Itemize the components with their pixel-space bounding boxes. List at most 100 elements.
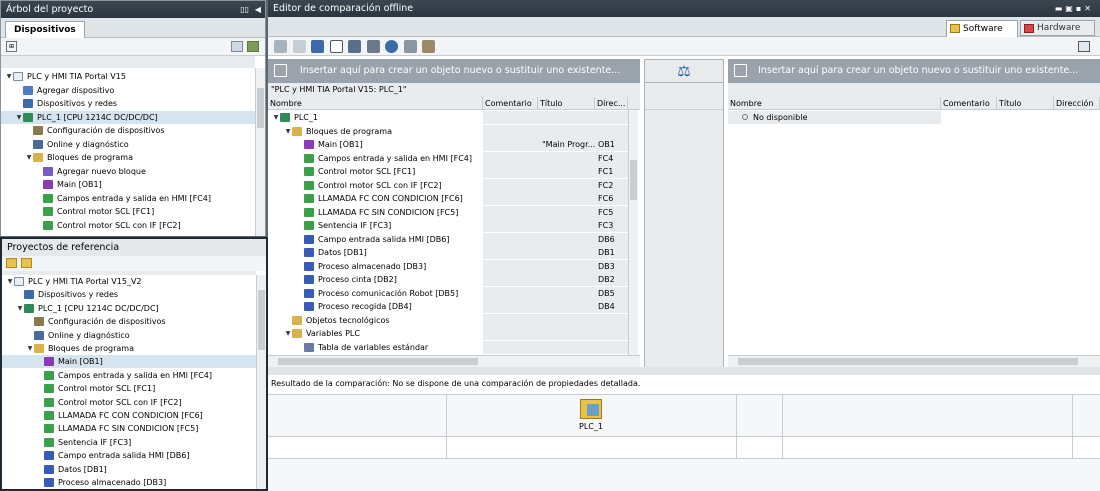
col-comment[interactable]: Comentario — [483, 97, 538, 110]
expand-toggle-icon[interactable]: ▼ — [284, 327, 292, 340]
tree-item[interactable]: Campo entrada salida HMI [DB6] — [2, 449, 256, 462]
sync-icon[interactable] — [274, 40, 287, 53]
compare-scale-band[interactable]: ⚖ — [644, 59, 724, 83]
tree-item[interactable]: ▼ PLC y HMI TIA Portal V15 — [1, 70, 255, 83]
tree-item[interactable]: Control motor SCL [FC1] — [2, 382, 256, 395]
insert-band-right[interactable]: Insertar aquí para crear un objeto nuevo… — [728, 59, 1100, 83]
tree-item[interactable]: Configuración de dispositivos — [2, 315, 256, 328]
tree-item[interactable]: Dispositivos y redes — [1, 97, 255, 110]
table-row[interactable]: LLAMADA FC CON CONDICION [FC6] FC6 — [268, 192, 628, 205]
table-row[interactable]: ▼ PLC_1 — [268, 111, 628, 124]
filter-icon[interactable] — [311, 40, 325, 53]
left-table-hscroll[interactable] — [268, 355, 640, 367]
expand-toggle-icon[interactable]: ▼ — [284, 125, 292, 138]
tree-item[interactable]: Main [OB1] — [2, 355, 256, 369]
tree-item[interactable]: Sentencia IF [FC3] — [2, 436, 256, 449]
pin-icon[interactable]: ▯▯ — [240, 1, 249, 18]
table-row[interactable]: Tabla de variables estándar — [268, 340, 628, 354]
refresh-icon[interactable] — [385, 40, 399, 53]
tab-hardware[interactable]: Hardware — [1020, 20, 1095, 36]
device-view-icon[interactable]: ⊞ — [6, 41, 17, 52]
tree-item[interactable]: Main [OB1] — [1, 178, 255, 191]
hardware-tab-icon — [1024, 24, 1034, 33]
tree-item[interactable]: Control motor SCL [FC1] — [1, 205, 255, 218]
tree-item[interactable]: Datos [DB1] — [2, 463, 256, 476]
insert-band-left[interactable]: Insertar aquí para crear un objeto nuevo… — [268, 59, 640, 83]
project-tree-scrollbar[interactable] — [255, 68, 265, 236]
table-row[interactable]: Datos [DB1] DB1 — [268, 246, 628, 259]
table-row[interactable]: Objetos tecnológicos — [268, 313, 628, 327]
col-dir[interactable]: Direc... — [595, 97, 628, 110]
table-row[interactable]: Control motor SCL [FC1] FC1 — [268, 165, 628, 178]
table-row[interactable]: Control motor SCL con IF [FC2] FC2 — [268, 178, 628, 192]
row-address — [595, 111, 628, 124]
table-row[interactable]: LLAMADA FC SIN CONDICION [FC5] FC5 — [268, 205, 628, 219]
tree-item[interactable]: LLAMADA FC CON CONDICION [FC6] — [2, 409, 256, 422]
tab-devices[interactable]: Dispositivos — [5, 21, 85, 38]
tree-item[interactable]: ▼ PLC_1 [CPU 1214C DC/DC/DC] — [2, 302, 256, 315]
tree-item[interactable]: Agregar dispositivo — [1, 84, 255, 97]
tree-item[interactable]: Control motor SCL con IF [FC2] — [1, 219, 255, 232]
expand-toggle-icon[interactable]: ▼ — [15, 111, 23, 124]
window-controls-icon[interactable]: ▬▣▪✕ — [1055, 0, 1094, 17]
tree-item-label: PLC y HMI TIA Portal V15_V2 — [28, 277, 142, 286]
tab-software-label: Software — [963, 24, 1003, 34]
col-name-right[interactable]: Nombre — [728, 97, 941, 110]
col-dir-right[interactable]: Dirección — [1054, 97, 1100, 110]
table-row[interactable]: Main [OB1] "Main Progr... OB1 — [268, 138, 628, 151]
expand-toggle-icon[interactable]: ▼ — [5, 70, 13, 83]
tree-item[interactable]: Online y diagnóstico — [1, 138, 255, 151]
expand-toggle-icon[interactable]: ▼ — [272, 111, 280, 124]
expand-toggle-icon[interactable]: ▼ — [6, 275, 14, 288]
table-row[interactable]: Campo entrada salida HMI [DB6] DB6 — [268, 232, 628, 246]
tree-item[interactable]: Campos entrada y salida en HMI [FC4] — [2, 369, 256, 382]
table-row[interactable]: Sentencia IF [FC3] FC3 — [268, 219, 628, 232]
tree-item[interactable]: Online y diagnóstico — [2, 329, 256, 342]
tree-item[interactable]: Proceso almacenado [DB3] — [2, 476, 256, 489]
tree-item[interactable]: Campos entrada y salida en HMI [FC4] — [1, 192, 255, 205]
expand-panel-icon[interactable] — [1078, 41, 1090, 52]
collapse-icon[interactable]: ◀ — [255, 1, 261, 18]
col-name[interactable]: Nombre — [268, 97, 483, 110]
table-row[interactable]: Proceso almacenado [DB3] DB3 — [268, 259, 628, 273]
expand-toggle-icon[interactable]: ▼ — [16, 302, 24, 315]
col-title-right[interactable]: Título — [997, 97, 1054, 110]
grid-view-icon[interactable] — [231, 41, 243, 52]
result-item[interactable]: PLC_1 — [568, 399, 614, 431]
tree-item[interactable]: Agregar nuevo bloque — [1, 165, 255, 178]
tree-item[interactable]: Configuración de dispositivos — [1, 124, 255, 137]
tree-item[interactable]: ▼ PLC y HMI TIA Portal V15_V2 — [2, 275, 256, 288]
tree-item[interactable]: Dispositivos y redes — [2, 288, 256, 301]
right-table-hscroll[interactable] — [728, 355, 1100, 367]
tree-item[interactable]: ▼ Bloques de programa — [2, 342, 256, 355]
tree-item-label: Configuración de dispositivos — [47, 126, 165, 135]
split-icon[interactable] — [348, 40, 362, 53]
properties-icon[interactable] — [403, 40, 417, 53]
right-not-available-row[interactable]: No disponible — [728, 111, 941, 124]
horizontal-splitter[interactable] — [268, 367, 1100, 375]
expand-toggle-icon[interactable]: ▼ — [26, 342, 34, 355]
toggle-icon[interactable] — [292, 40, 306, 53]
close-reference-icon[interactable] — [21, 258, 32, 268]
col-title[interactable]: Título — [538, 97, 595, 110]
reference-tree-scrollbar[interactable] — [256, 275, 266, 489]
table-row[interactable]: Proceso cinta [DB2] DB2 — [268, 273, 628, 286]
table-row[interactable]: ▼ Variables PLC — [268, 327, 628, 340]
table-row[interactable]: Proceso comunicación Robot [DB5] DB5 — [268, 286, 628, 300]
expand-toggle-icon[interactable]: ▼ — [25, 151, 33, 164]
table-row[interactable]: ▼ Bloques de programa — [268, 124, 628, 138]
tree-item[interactable]: ▼ Bloques de programa — [1, 151, 255, 164]
network-view-icon[interactable] — [247, 41, 259, 52]
table-row[interactable]: Proceso recogida [DB4] DB4 — [268, 300, 628, 313]
tree-item[interactable]: LLAMADA FC SIN CONDICION [FC5] — [2, 422, 256, 435]
action-icon[interactable] — [422, 40, 436, 53]
left-table-scrollbar[interactable] — [628, 110, 638, 355]
tree-item[interactable]: ▼ PLC_1 [CPU 1214C DC/DC/DC] — [1, 110, 255, 124]
tree-item[interactable]: Control motor SCL con IF [FC2] — [2, 396, 256, 409]
tab-software[interactable]: Software — [946, 20, 1018, 37]
table-row[interactable]: Campos entrada y salida en HMI [FC4] FC4 — [268, 151, 628, 165]
col-comment-right[interactable]: Comentario — [941, 97, 997, 110]
column-icon[interactable] — [329, 40, 343, 53]
link-icon[interactable] — [366, 40, 380, 53]
open-reference-icon[interactable] — [6, 258, 17, 268]
